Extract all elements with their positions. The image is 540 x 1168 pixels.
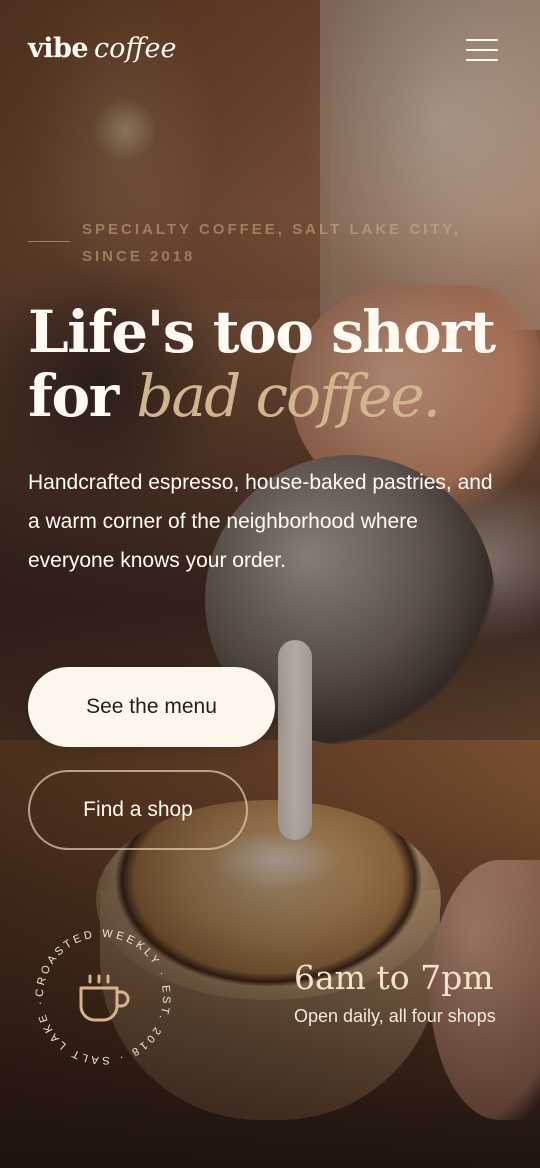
badge-ring-text: CROASTED WEEKLY · EST. 2018 · SALT LAKE … xyxy=(34,928,169,1066)
eyebrow-divider xyxy=(28,241,70,242)
see-menu-button[interactable]: See the menu xyxy=(28,667,275,747)
badge-graphic: CROASTED WEEKLY · EST. 2018 · SALT LAKE … xyxy=(34,928,172,1066)
logo-word-bold: vibe xyxy=(28,33,89,64)
coffee-cup-icon xyxy=(79,974,130,1022)
headline-accent: bad coffee. xyxy=(136,362,441,430)
opening-hours: 6am to 7pm Open daily, all four shops xyxy=(294,955,530,1031)
hero-headline: Life's too short for bad coffee. xyxy=(28,300,528,428)
svg-text:CROASTED WEEKLY · EST. 2018 ·: CROASTED WEEKLY · EST. 2018 · SALT LAKE … xyxy=(34,928,172,1066)
roast-badge: CROASTED WEEKLY · EST. 2018 · SALT LAKE … xyxy=(28,922,178,1072)
find-shop-button[interactable]: Find a shop xyxy=(28,770,248,850)
hero-eyebrow: Specialty coffee, Salt Lake City, since … xyxy=(82,221,462,265)
headline-line-2-plain: for xyxy=(28,362,137,430)
headline-line-1: Life's too short xyxy=(28,298,496,366)
hamburger-icon[interactable] xyxy=(463,34,501,66)
logo-word-italic: coffee xyxy=(94,33,177,64)
brand-logo[interactable]: vibe coffee xyxy=(28,30,176,68)
hours-time: 6am to 7pm xyxy=(294,958,494,997)
hero-description: Handcrafted espresso, house-baked pastri… xyxy=(28,471,493,572)
hours-note: Open daily, all four shops xyxy=(294,1006,496,1026)
site-header: vibe coffee xyxy=(0,0,540,100)
